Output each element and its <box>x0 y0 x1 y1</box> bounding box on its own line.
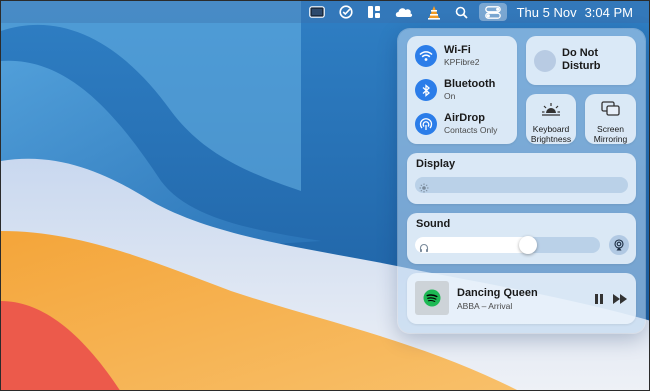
display-title: Display <box>416 158 456 170</box>
display-brightness-slider[interactable] <box>415 177 628 193</box>
bluetooth-title: Bluetooth <box>444 78 496 90</box>
track-title: Dancing Queen <box>457 287 538 299</box>
pause-icon <box>595 294 603 304</box>
bluetooth-icon[interactable] <box>415 79 437 101</box>
now-playing-tile: Dancing Queen ABBA – Arrival <box>407 273 636 324</box>
connectivity-tile: Wi-Fi KPFibre2 Bluetooth On AirDrop Cont… <box>407 36 517 144</box>
display-tile: Display <box>407 153 636 204</box>
track-artist-album: ABBA – Arrival <box>457 301 513 311</box>
do-not-disturb-label: Do Not Disturb <box>562 47 601 73</box>
wifi-icon[interactable] <box>415 45 437 67</box>
pause-button[interactable] <box>594 292 604 310</box>
screen-mirroring-label: Screen Mirroring <box>585 124 636 144</box>
headphones-icon <box>419 240 429 258</box>
screen-mirroring-icon <box>600 101 621 122</box>
do-not-disturb-line1: Do Not <box>562 47 599 59</box>
dashboard-icon[interactable] <box>367 1 381 23</box>
control-center-panel: Wi-Fi KPFibre2 Bluetooth On AirDrop Cont… <box>398 29 645 333</box>
display-icon[interactable] <box>308 1 325 23</box>
screen: Thu 5 Nov 3:04 PM Wi-Fi KPFibre2 Bluetoo… <box>0 0 650 391</box>
wifi-network-name: KPFibre2 <box>444 57 480 67</box>
keyboard-brightness-icon <box>541 101 561 122</box>
vlc-cone-icon[interactable] <box>427 1 441 23</box>
checkmark-circle-icon[interactable] <box>338 1 353 23</box>
sound-title: Sound <box>416 218 451 230</box>
wifi-toggle[interactable]: Wi-Fi KPFibre2 <box>415 44 479 68</box>
keyboard-brightness-line1: Keyboard <box>532 124 570 134</box>
airplay-audio-icon <box>614 239 624 251</box>
bluetooth-status: On <box>444 91 456 101</box>
sound-tile: Sound <box>407 213 636 264</box>
screen-mirroring-tile[interactable]: Screen Mirroring <box>585 94 636 144</box>
wifi-title: Wi-Fi <box>444 44 471 56</box>
screen-mirroring-line2: Mirroring <box>593 134 628 144</box>
next-track-button[interactable] <box>612 292 628 310</box>
moon-icon[interactable] <box>534 50 556 72</box>
keyboard-brightness-tile[interactable]: Keyboard Brightness <box>526 94 576 144</box>
search-icon[interactable] <box>455 1 468 23</box>
volume-slider[interactable] <box>415 236 600 254</box>
volume-knob[interactable] <box>519 236 538 254</box>
menu-bar: Thu 5 Nov 3:04 PM <box>1 1 649 23</box>
airdrop-toggle[interactable]: AirDrop Contacts Only <box>415 112 497 136</box>
keyboard-brightness-label: Keyboard Brightness <box>526 124 576 144</box>
do-not-disturb-tile[interactable]: Do Not Disturb <box>526 36 636 85</box>
album-art[interactable] <box>415 281 449 315</box>
keyboard-brightness-line2: Brightness <box>530 134 572 144</box>
menubar-date[interactable]: Thu 5 Nov <box>517 5 577 20</box>
airdrop-title: AirDrop <box>444 112 485 124</box>
airdrop-icon[interactable] <box>415 113 437 135</box>
bluetooth-toggle[interactable]: Bluetooth On <box>415 78 495 102</box>
fast-forward-icon <box>613 294 627 304</box>
spotify-icon <box>423 289 441 307</box>
screen-mirroring-line1: Screen <box>597 124 624 134</box>
do-not-disturb-line2: Disturb <box>562 60 601 72</box>
sun-icon <box>419 180 429 198</box>
control-center-icon[interactable] <box>478 3 507 21</box>
airdrop-status: Contacts Only <box>444 125 498 135</box>
menubar-time[interactable]: 3:04 PM <box>585 5 633 20</box>
cloud-icon[interactable] <box>395 1 413 23</box>
airplay-audio-button[interactable] <box>609 235 629 255</box>
